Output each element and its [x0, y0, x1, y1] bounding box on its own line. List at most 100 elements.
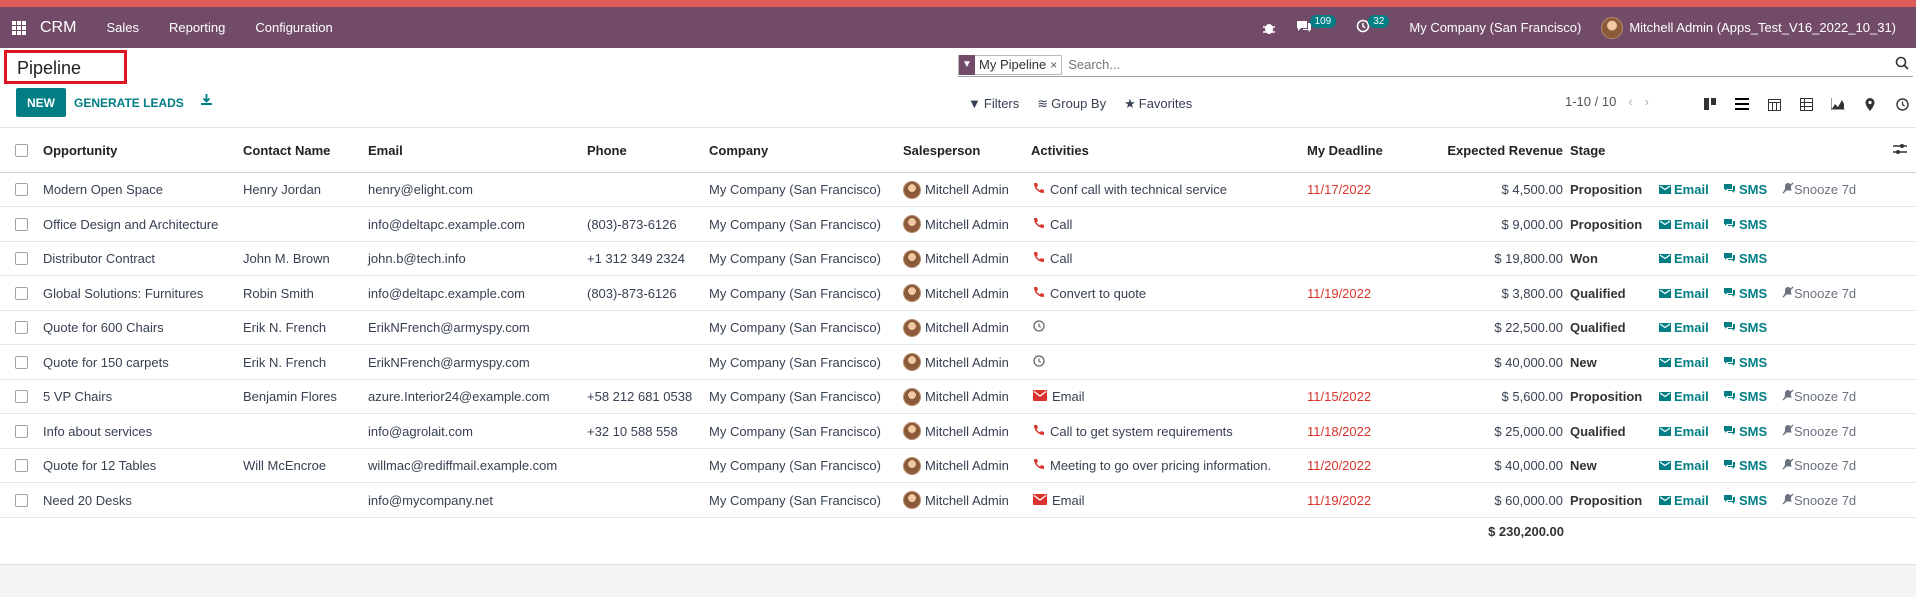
activity-cell[interactable]: Call — [1033, 208, 1072, 241]
snooze-button[interactable]: Snooze 7d — [1782, 449, 1856, 482]
activity-cell[interactable] — [1033, 311, 1050, 344]
sms-action-button[interactable]: SMS — [1723, 380, 1767, 413]
download-icon[interactable] — [200, 93, 213, 109]
col-deadline[interactable]: My Deadline — [1307, 128, 1383, 172]
apps-menu-icon[interactable] — [12, 20, 26, 35]
user-menu[interactable]: Mitchell Admin (Apps_Test_V16_2022_10_31… — [1601, 16, 1896, 39]
email-action-button[interactable]: Email — [1659, 415, 1709, 448]
activity-cell[interactable]: Email — [1033, 484, 1085, 517]
table-row[interactable]: 5 VP Chairs Benjamin Flores azure.Interior… — [0, 380, 1916, 414]
table-row[interactable]: Modern Open Space Henry Jordan henry@eligh… — [0, 173, 1916, 207]
generate-leads-button[interactable]: GENERATE LEADS — [74, 88, 184, 117]
favorites-button[interactable]: ★ Favorites — [1124, 96, 1192, 112]
email-action-button[interactable]: Email — [1659, 346, 1709, 379]
sms-action-button[interactable]: SMS — [1723, 484, 1767, 517]
clock-icon[interactable] — [1033, 354, 1045, 370]
menu-reporting[interactable]: Reporting — [169, 20, 225, 35]
pager-previous-icon[interactable]: ‹ — [1628, 94, 1632, 109]
activity-cell[interactable]: Meeting to go over pricing information. — [1033, 449, 1271, 482]
phone-icon[interactable] — [1033, 217, 1045, 232]
snooze-button[interactable]: Snooze 7d — [1782, 277, 1856, 310]
pager-next-icon[interactable]: › — [1645, 94, 1649, 109]
search-input[interactable] — [1068, 57, 1769, 72]
row-checkbox[interactable] — [15, 208, 28, 241]
table-row[interactable]: Quote for 150 carpets Erik N. French ErikN… — [0, 346, 1916, 380]
search-icon[interactable] — [1895, 56, 1909, 73]
table-row[interactable]: Quote for 600 Chairs Erik N. French ErikNF… — [0, 311, 1916, 345]
email-action-button[interactable]: Email — [1659, 242, 1709, 275]
envelope-icon[interactable] — [1033, 493, 1047, 508]
col-activities[interactable]: Activities — [1031, 128, 1089, 172]
activity-icon[interactable] — [1886, 92, 1916, 116]
activities-button[interactable]: 32 — [1356, 15, 1390, 36]
col-company[interactable]: Company — [709, 128, 768, 172]
table-row[interactable]: Need 20 Desks info@mycompany.net My Compan… — [0, 484, 1916, 518]
row-checkbox[interactable] — [15, 449, 28, 482]
new-button[interactable]: NEW — [16, 88, 66, 117]
optional-columns-icon[interactable] — [1893, 142, 1907, 158]
table-row[interactable]: Info about services info@agrolait.com +32 … — [0, 415, 1916, 449]
remove-facet-icon[interactable]: × — [1050, 58, 1061, 72]
list-icon[interactable] — [1726, 92, 1758, 116]
table-row[interactable]: Quote for 12 Tables Will McEncroe willmac@… — [0, 449, 1916, 483]
activity-cell[interactable]: Conf call with technical service — [1033, 173, 1227, 206]
pager-value[interactable]: 1-10 / 10 — [1565, 94, 1616, 109]
row-checkbox[interactable] — [15, 380, 28, 413]
select-all-checkbox[interactable] — [15, 128, 28, 172]
email-action-button[interactable]: Email — [1659, 311, 1709, 344]
activity-cell[interactable]: Call — [1033, 242, 1072, 275]
app-name[interactable]: CRM — [40, 19, 76, 37]
phone-icon[interactable] — [1033, 182, 1045, 197]
debug-bug-icon[interactable] — [1262, 21, 1276, 35]
row-checkbox[interactable] — [15, 277, 28, 310]
pivot-icon[interactable] — [1790, 92, 1822, 116]
sms-action-button[interactable]: SMS — [1723, 415, 1767, 448]
table-row[interactable]: Global Solutions: Furnitures Robin Smith i… — [0, 277, 1916, 311]
messaging-button[interactable]: 109 — [1296, 15, 1337, 36]
activity-cell[interactable]: Convert to quote — [1033, 277, 1146, 310]
phone-icon[interactable] — [1033, 286, 1045, 301]
col-opportunity[interactable]: Opportunity — [43, 128, 117, 172]
envelope-icon[interactable] — [1033, 389, 1047, 404]
snooze-button[interactable]: Snooze 7d — [1782, 415, 1856, 448]
sms-action-button[interactable]: SMS — [1723, 449, 1767, 482]
search-facet[interactable]: ▼ My Pipeline × — [958, 54, 1063, 75]
company-switcher[interactable]: My Company (San Francisco) — [1409, 20, 1581, 35]
snooze-button[interactable]: Snooze 7d — [1782, 173, 1856, 206]
row-checkbox[interactable] — [15, 242, 28, 275]
map-icon[interactable] — [1854, 92, 1886, 116]
activity-cell[interactable] — [1033, 346, 1050, 379]
phone-icon[interactable] — [1033, 458, 1045, 473]
col-revenue[interactable]: Expected Revenue — [1440, 128, 1563, 172]
email-action-button[interactable]: Email — [1659, 208, 1709, 241]
menu-sales[interactable]: Sales — [106, 20, 139, 35]
email-action-button[interactable]: Email — [1659, 173, 1709, 206]
snooze-button[interactable]: Snooze 7d — [1782, 380, 1856, 413]
email-action-button[interactable]: Email — [1659, 449, 1709, 482]
activity-cell[interactable]: Email — [1033, 380, 1085, 413]
phone-icon[interactable] — [1033, 424, 1045, 439]
sms-action-button[interactable]: SMS — [1723, 346, 1767, 379]
col-salesperson[interactable]: Salesperson — [903, 128, 980, 172]
col-stage[interactable]: Stage — [1570, 128, 1605, 172]
clock-icon[interactable] — [1033, 320, 1045, 335]
groupby-button[interactable]: ≋ Group By — [1037, 96, 1106, 112]
sms-action-button[interactable]: SMS — [1723, 311, 1767, 344]
sms-action-button[interactable]: SMS — [1723, 208, 1767, 241]
menu-configuration[interactable]: Configuration — [255, 20, 332, 35]
col-email[interactable]: Email — [368, 128, 403, 172]
calendar-icon[interactable] — [1758, 92, 1790, 116]
email-action-button[interactable]: Email — [1659, 277, 1709, 310]
row-checkbox[interactable] — [15, 346, 28, 379]
sms-action-button[interactable]: SMS — [1723, 277, 1767, 310]
col-phone[interactable]: Phone — [587, 128, 627, 172]
phone-icon[interactable] — [1033, 251, 1045, 266]
sms-action-button[interactable]: SMS — [1723, 173, 1767, 206]
snooze-button[interactable]: Snooze 7d — [1782, 484, 1856, 517]
row-checkbox[interactable] — [15, 173, 28, 206]
graph-icon[interactable] — [1822, 92, 1854, 116]
email-action-button[interactable]: Email — [1659, 484, 1709, 517]
row-checkbox[interactable] — [15, 484, 28, 517]
activity-cell[interactable]: Call to get system requirements — [1033, 415, 1233, 448]
kanban-icon[interactable] — [1694, 92, 1726, 116]
